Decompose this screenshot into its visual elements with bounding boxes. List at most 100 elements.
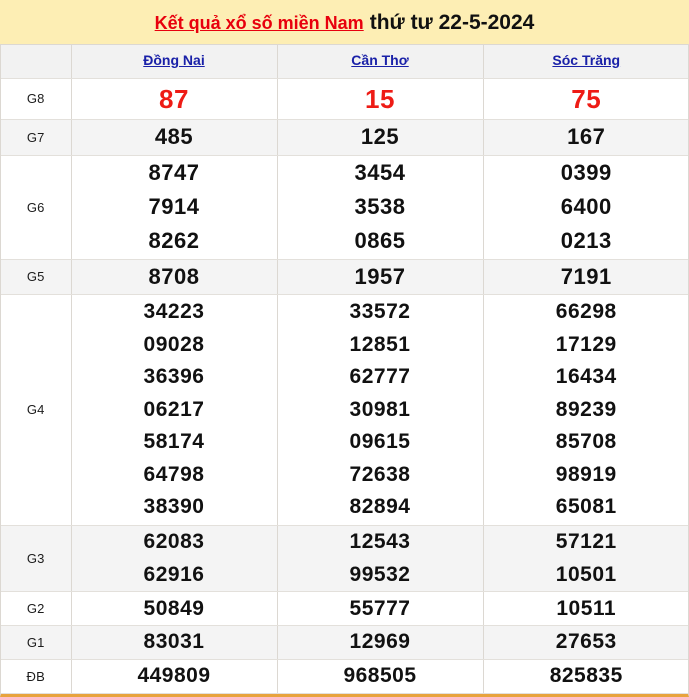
prize-number: 34223 <box>143 300 205 324</box>
prize-number: 485 <box>154 124 194 150</box>
prize-numbers-cell: 12543 99532 <box>277 525 484 593</box>
lottery-region-link[interactable]: Kết quả xổ số miền Nam <box>155 13 364 33</box>
prize-number: 17129 <box>555 332 617 356</box>
column-header-province-1: Đồng Nai <box>71 45 278 79</box>
prize-numbers-cell: 167 <box>483 119 688 156</box>
prize-number: 72638 <box>349 462 411 486</box>
prize-number: 10501 <box>555 562 617 586</box>
prize-number: 38390 <box>143 495 205 519</box>
prize-number: 62777 <box>349 365 411 389</box>
prize-number: 89239 <box>555 397 617 421</box>
prize-number: 3538 <box>354 194 406 220</box>
prize-numbers-cell: 83031 <box>71 625 278 661</box>
prize-numbers-cell: 1957 <box>277 259 484 296</box>
table-row: G4 34223 09028 36396 06217 58174 64798 38390 335… <box>1 294 688 526</box>
prize-numbers-cell: 50849 <box>71 591 278 627</box>
prize-numbers-cell: 62083 62916 <box>71 525 278 593</box>
prize-numbers-cell: 125 <box>277 119 484 156</box>
prize-number: 65081 <box>555 495 617 519</box>
prize-number: 6400 <box>560 194 612 220</box>
prize-number: 09028 <box>143 332 205 356</box>
prize-label: G8 <box>1 78 72 121</box>
prize-label: G4 <box>1 294 72 526</box>
prize-label: G3 <box>1 525 72 593</box>
prize-number: 16434 <box>555 365 617 389</box>
table-header: Đồng Nai Cần Thơ Sóc Trăng <box>1 45 688 79</box>
prize-numbers-cell: 27653 <box>483 625 688 661</box>
prize-numbers-cell: 66298 17129 16434 89239 85708 98919 65081 <box>483 294 688 526</box>
prize-number: 64798 <box>143 462 205 486</box>
prize-number: 1957 <box>354 263 406 289</box>
prize-number: 66298 <box>555 300 617 324</box>
prize-number: 75 <box>571 83 602 114</box>
prize-label: G2 <box>1 591 72 627</box>
prize-number: 98919 <box>555 462 617 486</box>
prize-number: 83031 <box>143 630 205 654</box>
prize-number: 09615 <box>349 430 411 454</box>
prize-numbers-cell: 12969 <box>277 625 484 661</box>
prize-number: 7191 <box>560 263 612 289</box>
table-row: G5 8708 1957 7191 <box>1 259 688 296</box>
page-banner: Kết quả xổ số miền Nam thứ tư 22-5-2024 <box>0 0 689 44</box>
prize-numbers-cell: 34223 09028 36396 06217 58174 64798 38390 <box>71 294 278 526</box>
prize-number: 06217 <box>143 397 205 421</box>
prize-numbers-cell: 15 <box>277 78 484 121</box>
province-link-dong-nai[interactable]: Đồng Nai <box>143 52 204 68</box>
prize-numbers-cell: 449809 <box>71 659 278 694</box>
draw-date-text: thứ tư 22-5-2024 <box>369 10 535 34</box>
prize-number: 0865 <box>354 228 406 254</box>
table-row: G3 62083 62916 12543 99532 57121 10501 <box>1 525 688 593</box>
prize-label: G1 <box>1 625 72 661</box>
banner-title: Kết quả xổ số miền Nam thứ tư 22-5-2024 <box>155 12 535 33</box>
prize-number: 0399 <box>560 159 612 185</box>
prize-numbers-cell: 87 <box>71 78 278 121</box>
prize-label: G5 <box>1 259 72 296</box>
prize-number: 10511 <box>556 596 617 620</box>
table-row: G2 50849 55777 10511 <box>1 591 688 627</box>
table-row: G8 87 15 75 <box>1 78 688 121</box>
prize-label: G6 <box>1 155 72 260</box>
table-body: G8 87 15 75 G7 485 125 167 G6 8747 7914 8262 3454 353… <box>1 78 688 694</box>
prize-number: 449809 <box>137 664 211 688</box>
prize-numbers-cell: 3454 3538 0865 <box>277 155 484 260</box>
prize-number: 12969 <box>349 630 411 654</box>
table-row: G6 8747 7914 8262 3454 3538 0865 0399 6400 0213 <box>1 155 688 260</box>
prize-number: 3454 <box>354 159 406 185</box>
prize-numbers-cell: 75 <box>483 78 688 121</box>
prize-numbers-cell: 33572 12851 62777 30981 09615 72638 82894 <box>277 294 484 526</box>
province-link-can-tho[interactable]: Cần Thơ <box>351 52 408 68</box>
prize-number: 87 <box>159 83 189 114</box>
prize-label: ĐB <box>1 659 72 694</box>
header-row: Đồng Nai Cần Thơ Sóc Trăng <box>1 45 688 79</box>
prize-numbers-cell: 8708 <box>71 259 278 296</box>
corner-cell <box>1 45 72 79</box>
prize-number: 62083 <box>143 530 205 554</box>
prize-number: 8262 <box>148 228 200 254</box>
prize-number: 167 <box>567 124 606 150</box>
prize-numbers-cell: 825835 <box>483 659 688 694</box>
prize-number: 7914 <box>148 194 200 220</box>
prize-numbers-cell: 8747 7914 8262 <box>71 155 278 260</box>
prize-number: 82894 <box>349 495 411 519</box>
prize-number: 57121 <box>555 530 617 554</box>
prize-numbers-cell: 55777 <box>277 591 484 627</box>
prize-number: 58174 <box>143 430 205 454</box>
prize-number: 85708 <box>555 430 617 454</box>
prize-number: 30981 <box>349 397 411 421</box>
column-header-province-3: Sóc Trăng <box>483 45 688 79</box>
prize-number: 825835 <box>549 664 623 688</box>
prize-numbers-cell: 485 <box>71 119 278 156</box>
prize-numbers-cell: 968505 <box>277 659 484 694</box>
prize-number: 8708 <box>148 263 200 289</box>
province-link-soc-trang[interactable]: Sóc Trăng <box>552 52 620 68</box>
prize-number: 12543 <box>349 530 411 554</box>
prize-number: 12851 <box>349 332 411 356</box>
prize-numbers-cell: 0399 6400 0213 <box>483 155 688 260</box>
prize-number: 99532 <box>349 562 411 586</box>
prize-label: G7 <box>1 119 72 156</box>
prize-numbers-cell: 7191 <box>483 259 688 296</box>
lottery-results-page: Kết quả xổ số miền Nam thứ tư 22-5-2024 Đ… <box>0 0 689 697</box>
prize-number: 125 <box>360 124 400 150</box>
prize-number: 36396 <box>143 365 205 389</box>
prize-number: 27653 <box>555 630 617 654</box>
